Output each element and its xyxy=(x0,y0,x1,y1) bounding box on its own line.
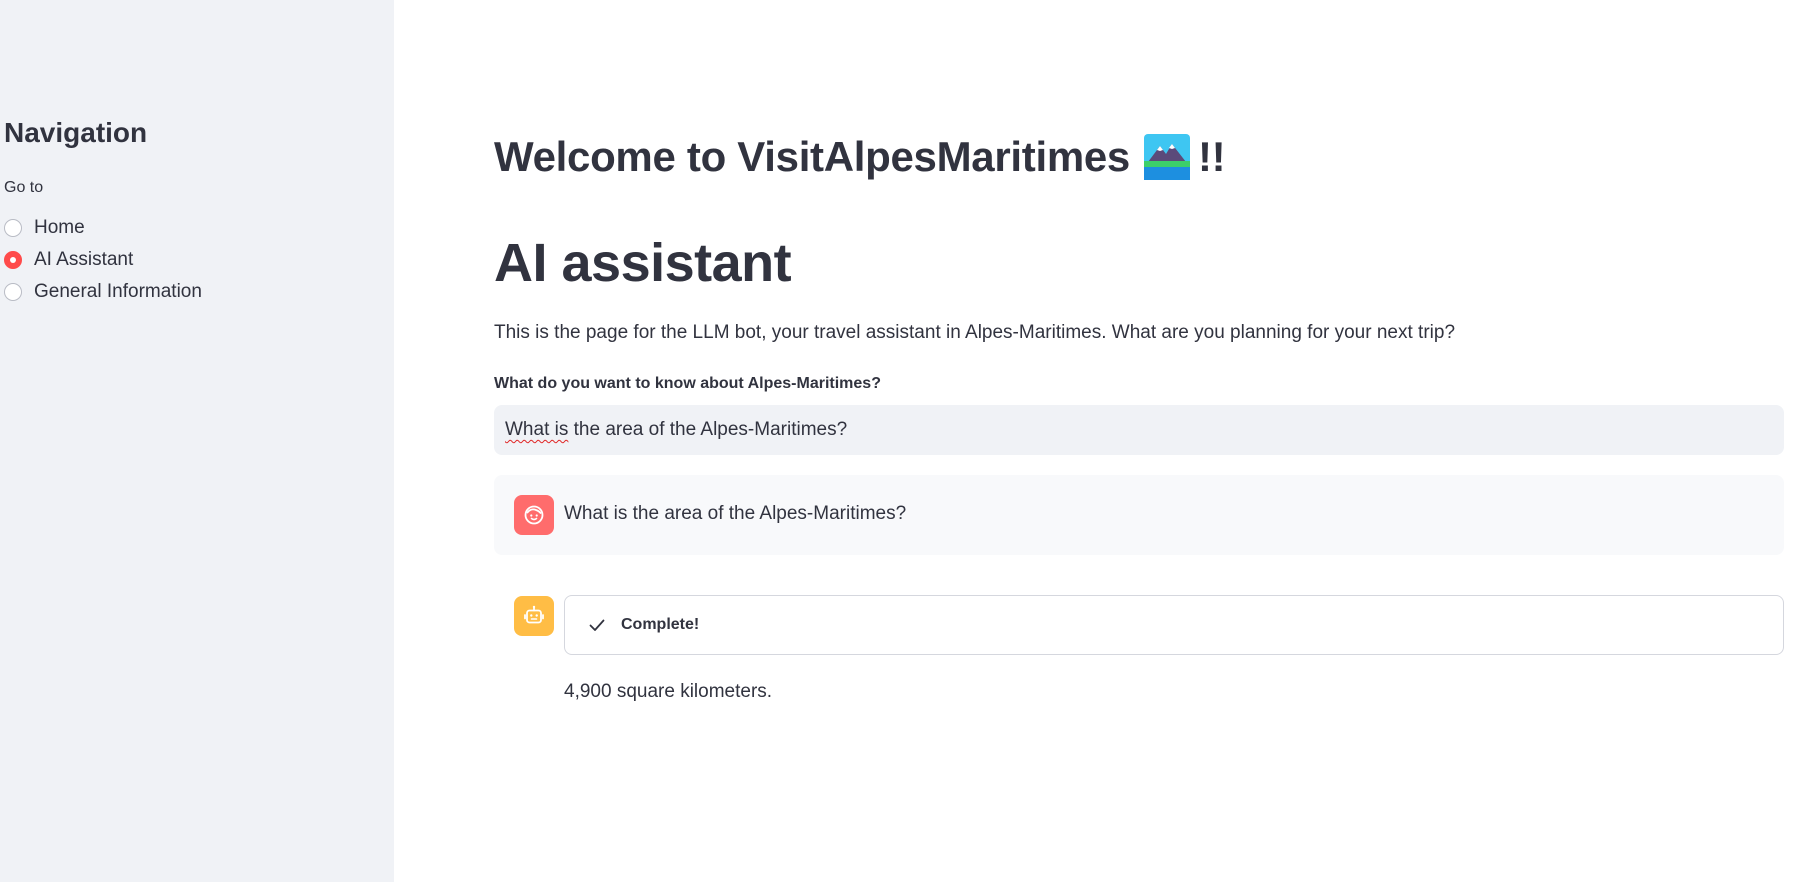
intro-text: This is the page for the LLM bot, your t… xyxy=(494,322,1456,343)
welcome-title-text: Welcome to VisitAlpesMaritimes xyxy=(494,133,1130,180)
welcome-title: Welcome to VisitAlpesMaritimes !! xyxy=(494,133,1226,181)
welcome-title-suffix: !! xyxy=(1198,133,1226,180)
radio-label-general-information: General Information xyxy=(34,281,202,302)
radio-label-ai-assistant: AI Assistant xyxy=(34,249,134,270)
radio-button-general-information[interactable] xyxy=(4,283,22,301)
radio-option-general-information[interactable]: General Information xyxy=(4,276,384,308)
radio-option-ai-assistant[interactable]: AI Assistant xyxy=(4,244,384,276)
sidebar: Navigation Go to Home AI Assistant Gener… xyxy=(0,0,394,882)
radio-option-home[interactable]: Home xyxy=(4,212,384,244)
status-label: Complete! xyxy=(621,616,700,633)
user-avatar xyxy=(514,495,554,535)
robot-icon xyxy=(524,605,544,624)
assistant-answer-text: 4,900 square kilometers. xyxy=(564,681,773,702)
user-chat-message: What is the area of the Alpes-Maritimes? xyxy=(494,475,1784,555)
checkmark-icon xyxy=(589,619,605,631)
question-input-value: the area of the Alpes-Maritimes? xyxy=(568,419,848,440)
status-expander[interactable]: Complete! xyxy=(564,595,1784,655)
radio-button-ai-assistant[interactable] xyxy=(4,251,22,269)
app: Navigation Go to Home AI Assistant Gener… xyxy=(0,0,1797,882)
question-input-label: What do you want to know about Alpes-Mar… xyxy=(494,375,881,392)
user-message-text: What is the area of the Alpes-Maritimes? xyxy=(564,503,907,524)
sidebar-title: Navigation xyxy=(4,117,148,148)
page-title: AI assistant xyxy=(494,233,792,293)
radio-label-home: Home xyxy=(34,217,85,238)
navigation-radio-group: Home AI Assistant General Information xyxy=(4,212,384,308)
user-face-icon xyxy=(524,505,544,525)
mountain-landscape-icon xyxy=(1144,134,1190,180)
question-input[interactable]: What is the area of the Alpes-Maritimes? xyxy=(494,405,1784,455)
radio-button-home[interactable] xyxy=(4,219,22,237)
misspelled-word: What is xyxy=(505,419,569,440)
radio-group-label: Go to xyxy=(4,179,44,196)
assistant-avatar xyxy=(514,596,554,636)
main-content: Welcome to VisitAlpesMaritimes !! AI ass… xyxy=(494,0,1784,882)
